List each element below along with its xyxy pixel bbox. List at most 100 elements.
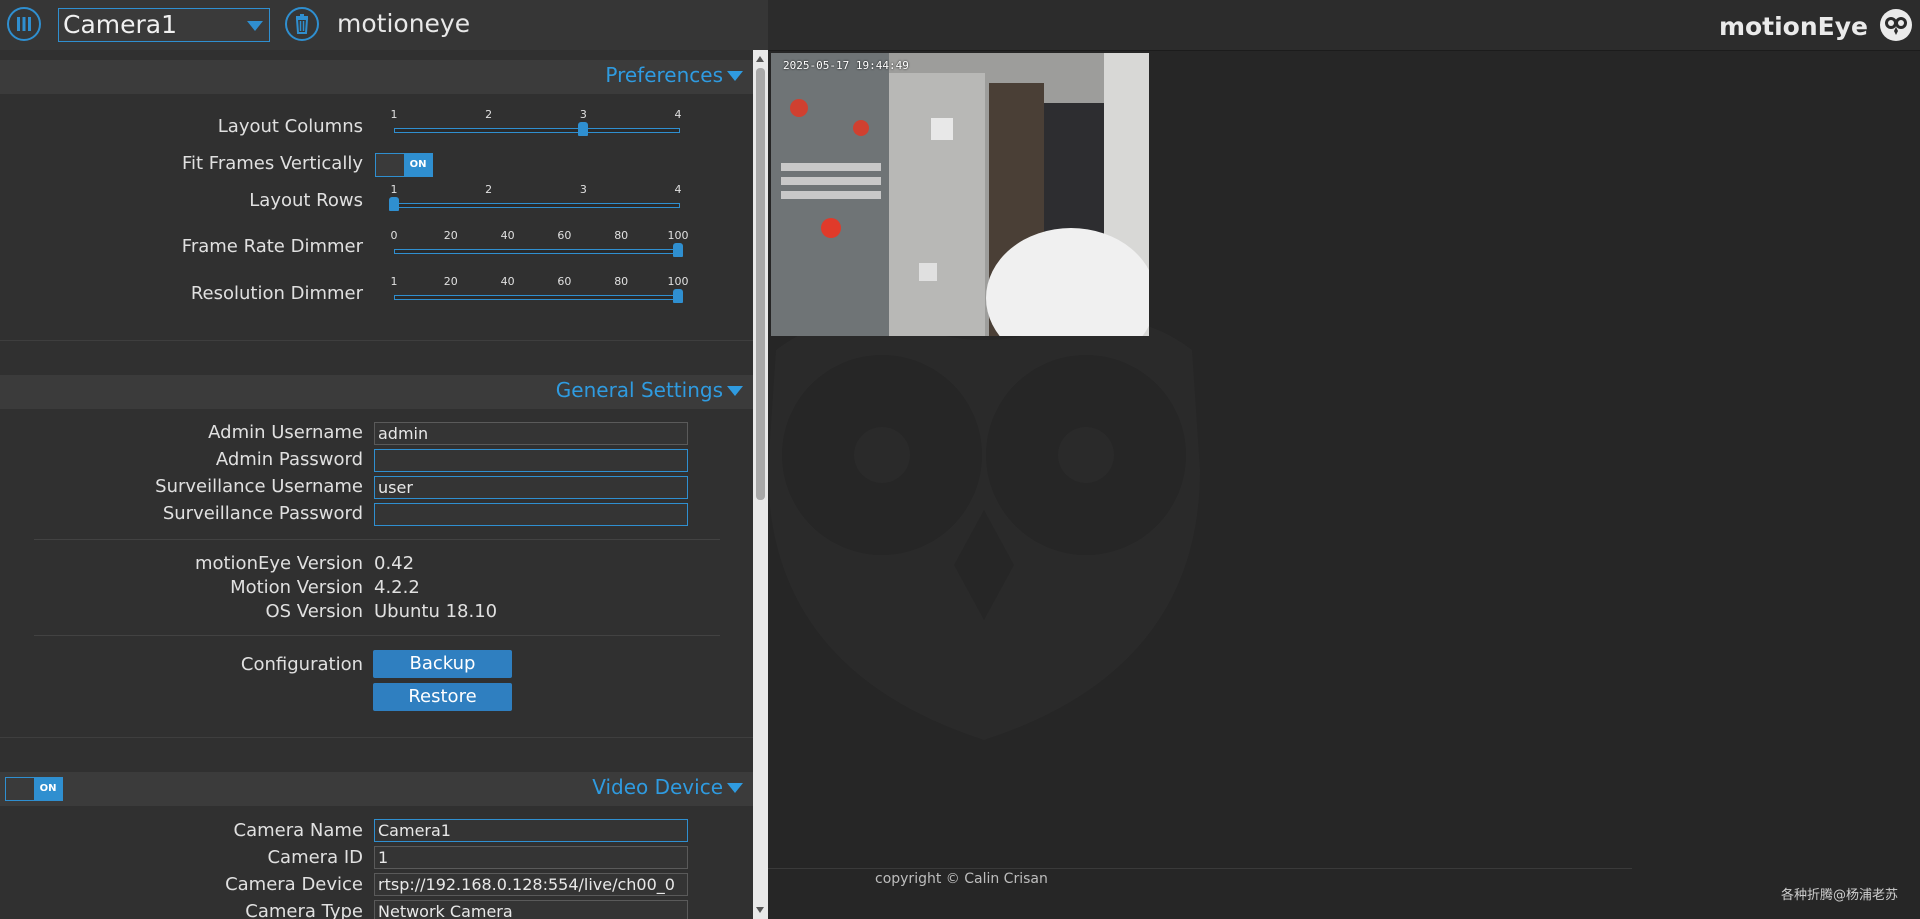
camera-device-label: Camera Device <box>225 874 363 895</box>
frame-rate-dimmer-label: Frame Rate Dimmer <box>181 236 363 257</box>
layout-columns-slider[interactable]: 1 2 3 4 <box>390 108 682 148</box>
restore-button[interactable]: Restore <box>373 683 512 711</box>
slider-tick-label: 4 <box>674 108 682 121</box>
video-timestamp: 2025-05-17 19:44:49 <box>783 59 909 72</box>
scroll-up-icon[interactable] <box>756 56 764 62</box>
caret-down-icon <box>727 783 743 793</box>
camera-type-label: Camera Type <box>245 901 363 919</box>
settings-scrollbar[interactable] <box>753 50 768 919</box>
brand-name: motionEye <box>1718 12 1868 41</box>
configuration-label: Configuration <box>240 654 363 675</box>
motion-version-label: Motion Version <box>230 577 363 598</box>
slider-track[interactable] <box>394 203 680 208</box>
slider-tick-label: 60 <box>557 275 572 288</box>
os-version-label: OS Version <box>265 601 363 622</box>
owl-logo-icon <box>1880 9 1912 41</box>
surveillance-username-input[interactable]: user <box>374 476 688 499</box>
camera-frame[interactable]: 2025-05-17 19:44:49 <box>771 53 1149 336</box>
video-device-title: Video Device <box>592 775 723 799</box>
columns-icon <box>17 17 31 31</box>
footer-divider <box>768 868 1632 869</box>
chevron-down-icon <box>247 21 263 31</box>
trash-icon <box>295 14 309 34</box>
slider-ticks: 1 2 3 4 <box>390 183 682 196</box>
camera-name-input[interactable]: Camera1 <box>374 819 688 842</box>
preferences-title: Preferences <box>605 63 723 87</box>
app-title: motioneye <box>337 9 471 38</box>
slider-handle[interactable] <box>578 122 589 136</box>
slider-tick-label: 1 <box>390 275 398 288</box>
general-settings-section-header[interactable]: General Settings <box>0 375 753 409</box>
remove-camera-button[interactable] <box>285 7 319 41</box>
general-settings-title: General Settings <box>555 378 723 402</box>
slider-handle[interactable] <box>673 289 683 303</box>
scrollbar-thumb[interactable] <box>756 68 765 500</box>
top-bar-right: motionEye <box>768 0 1920 51</box>
os-version-value: Ubuntu 18.10 <box>374 601 498 622</box>
frame-rate-dimmer-slider[interactable]: 0 20 40 60 80 100 <box>390 229 689 269</box>
watermark-text: 各种折腾@杨浦老苏 <box>1780 888 1898 903</box>
camera-device-input[interactable]: rtsp://192.168.0.128:554/live/ch00_0 <box>374 873 688 896</box>
caret-down-icon <box>727 71 743 81</box>
slider-handle[interactable] <box>673 243 683 257</box>
slider-tick-label: 4 <box>674 183 682 196</box>
slider-tick-label: 80 <box>614 229 629 242</box>
video-device-section-header[interactable]: ON Video Device <box>0 772 753 806</box>
surveillance-password-input[interactable] <box>374 503 688 526</box>
video-device-toggle[interactable]: ON <box>5 777 63 801</box>
slider-track[interactable] <box>394 128 680 133</box>
slider-tick-label: 20 <box>443 275 458 288</box>
copyright-text: copyright © Calin Crisan <box>875 871 1048 887</box>
fit-frames-toggle[interactable]: ON <box>375 153 433 177</box>
surveillance-username-label: Surveillance Username <box>155 476 363 497</box>
slider-handle[interactable] <box>389 197 399 211</box>
camera-select-value: Camera1 <box>63 10 178 39</box>
settings-panel: Preferences Layout Columns 1 2 3 4 Fit Fram… <box>0 50 753 919</box>
caret-down-icon <box>727 386 743 396</box>
slider-tick-label: 3 <box>579 108 587 121</box>
slider-tick-label: 2 <box>485 108 493 121</box>
slider-tick-label: 80 <box>614 275 629 288</box>
resolution-dimmer-label: Resolution Dimmer <box>190 283 363 304</box>
camera-select[interactable]: Camera1 <box>58 8 270 42</box>
slider-tick-label: 100 <box>667 229 689 242</box>
slider-tick-label: 60 <box>557 229 572 242</box>
fit-frames-label: Fit Frames Vertically <box>181 153 363 174</box>
admin-password-input[interactable] <box>374 449 688 472</box>
preferences-section-header[interactable]: Preferences <box>0 60 753 94</box>
slider-track[interactable] <box>394 295 680 300</box>
backup-button[interactable]: Backup <box>373 650 512 678</box>
toggle-state: ON <box>34 778 62 800</box>
layout-rows-label: Layout Rows <box>249 190 363 211</box>
slider-ticks: 1 2 3 4 <box>390 108 682 121</box>
slider-tick-label: 100 <box>667 275 689 288</box>
slider-ticks: 0 20 40 60 80 100 <box>390 229 689 242</box>
slider-tick-label: 3 <box>579 183 587 196</box>
layout-columns-label: Layout Columns <box>217 116 363 137</box>
admin-username-input[interactable]: admin <box>374 422 688 445</box>
slider-track[interactable] <box>394 249 680 254</box>
settings-menu-button[interactable] <box>7 7 41 41</box>
layout-rows-slider[interactable]: 1 2 3 4 <box>389 183 682 223</box>
slider-tick-label: 1 <box>390 108 398 121</box>
slider-tick-label: 40 <box>500 229 515 242</box>
motioneye-version-value: 0.42 <box>374 553 415 574</box>
top-bar-left: Camera1 motioneye <box>0 0 768 50</box>
divider <box>0 340 753 341</box>
camera-name-label: Camera Name <box>233 820 363 841</box>
resolution-dimmer-slider[interactable]: 1 20 40 60 80 100 <box>390 275 689 315</box>
motion-version-value: 4.2.2 <box>374 577 420 598</box>
slider-tick-label: 1 <box>390 183 398 196</box>
scroll-down-icon[interactable] <box>756 907 764 913</box>
slider-ticks: 1 20 40 60 80 100 <box>390 275 689 288</box>
slider-tick-label: 2 <box>485 183 493 196</box>
slider-tick-label: 20 <box>443 229 458 242</box>
camera-type-input[interactable]: Network Camera <box>374 900 688 919</box>
divider <box>34 635 720 636</box>
camera-id-input[interactable]: 1 <box>374 846 688 869</box>
toggle-state: ON <box>404 154 432 176</box>
divider <box>34 539 720 540</box>
motioneye-version-label: motionEye Version <box>194 553 363 574</box>
divider <box>0 737 753 738</box>
owl-watermark-icon <box>768 318 1200 740</box>
